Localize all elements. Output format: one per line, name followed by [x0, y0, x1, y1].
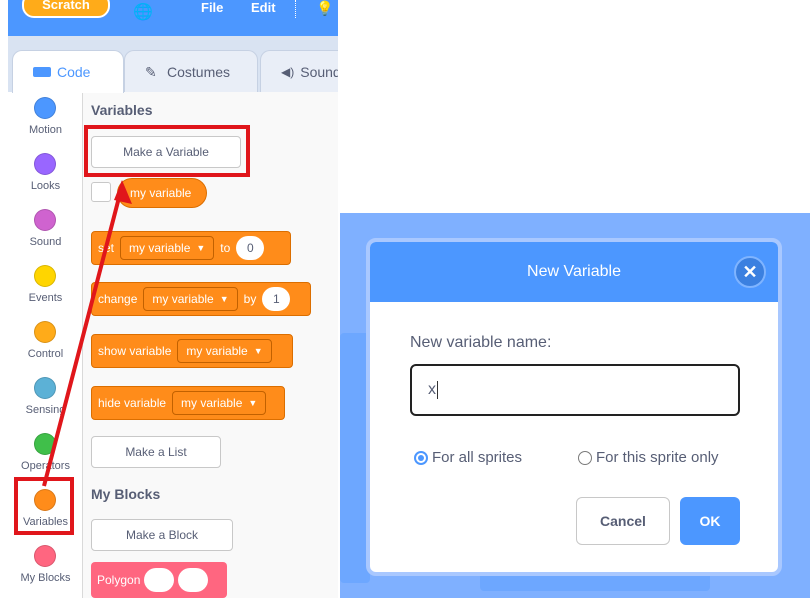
hide-variable-block[interactable]: hide variable my variable ▼ [91, 386, 285, 420]
variable-dropdown[interactable]: my variable ▼ [120, 236, 215, 260]
operators-color-dot [34, 433, 56, 455]
polygon-arg-input[interactable] [144, 568, 175, 592]
menu-bar: Scratch 🌐 File Edit 💡 [8, 0, 338, 36]
screenshot-root: Scratch 🌐 File Edit 💡 Code ✎ Costumes ◀)… [0, 0, 810, 598]
tutorials-icon[interactable]: 💡 [316, 0, 333, 17]
scratch-logo[interactable]: Scratch [22, 0, 110, 18]
radio-selected-icon [414, 450, 428, 465]
globe-icon[interactable]: 🌐 [133, 2, 153, 22]
radio-for-all-sprites[interactable]: For all sprites [414, 449, 522, 466]
text-cursor [437, 381, 438, 399]
dialog-title: New Variable [527, 263, 621, 280]
ok-button[interactable]: OK [680, 497, 740, 545]
change-block-verb: change [98, 292, 138, 306]
scratch-editor-panel: Scratch 🌐 File Edit 💡 Code ✎ Costumes ◀)… [8, 0, 338, 598]
looks-color-dot [34, 153, 56, 175]
sensing-color-dot [34, 377, 56, 399]
change-variable-block[interactable]: change my variable ▼ by 1 [91, 282, 311, 316]
my-blocks-section-title: My Blocks [91, 486, 161, 502]
events-color-dot [34, 265, 56, 287]
variable-checkbox[interactable] [91, 182, 111, 202]
menu-file[interactable]: File [201, 0, 223, 16]
category-label: Control [27, 348, 64, 360]
tab-sounds-label: Sounds [300, 63, 338, 80]
category-label: Motion [28, 124, 63, 136]
my-variable-reporter[interactable]: my variable [117, 178, 207, 208]
category-label: Events [28, 292, 63, 304]
category-motion[interactable]: Motion [8, 92, 83, 148]
close-icon[interactable]: ✕ [734, 256, 766, 288]
variable-dropdown[interactable]: my variable ▼ [172, 391, 267, 415]
code-icon [33, 67, 51, 77]
variables-section-title: Variables [91, 102, 153, 118]
show-block-verb: show variable [98, 344, 172, 358]
polygon-label: Polygon [97, 573, 141, 587]
category-control[interactable]: Control [8, 316, 83, 372]
logo-text: Scratch [42, 0, 90, 12]
dialog-header: New Variable ✕ [370, 242, 778, 302]
radio-label: For all sprites [432, 449, 523, 466]
radio-for-this-sprite[interactable]: For this sprite only [578, 449, 719, 466]
category-sensing[interactable]: Sensing [8, 372, 83, 428]
tab-code[interactable]: Code [12, 50, 124, 93]
control-color-dot [34, 321, 56, 343]
category-label: Operators [21, 460, 70, 472]
category-label: Looks [30, 180, 61, 192]
make-list-button[interactable]: Make a List [91, 436, 221, 468]
category-events[interactable]: Events [8, 260, 83, 316]
polygon-arg-input[interactable] [178, 568, 209, 592]
dropdown-label: my variable [129, 241, 191, 255]
category-looks[interactable]: Looks [8, 148, 83, 204]
category-sound[interactable]: Sound [8, 204, 83, 260]
variable-dropdown[interactable]: my variable ▼ [177, 339, 272, 363]
show-variable-block[interactable]: show variable my variable ▼ [91, 334, 293, 368]
category-operators[interactable]: Operators [8, 428, 83, 484]
dropdown-label: my variable [152, 292, 214, 306]
my-blocks-color-dot [34, 545, 56, 567]
variables-category-highlight [14, 477, 74, 535]
caret-down-icon: ▼ [219, 294, 229, 304]
category-label: Sensing [25, 404, 66, 416]
hide-block-verb: hide variable [98, 396, 167, 410]
tab-costumes-label: Costumes [167, 63, 231, 80]
category-my-blocks[interactable]: My Blocks [8, 540, 83, 596]
brush-icon: ✎ [145, 63, 157, 80]
new-variable-screenshot: New Variable ✕ New variable name: x For … [340, 213, 810, 598]
set-value-input[interactable]: 0 [236, 236, 265, 260]
speaker-icon: ◀) [281, 64, 295, 79]
make-block-button[interactable]: Make a Block [91, 519, 233, 551]
tab-code-label: Code [57, 64, 91, 80]
sound-color-dot [34, 209, 56, 231]
radio-unselected-icon [578, 450, 592, 465]
tab-costumes[interactable]: ✎ Costumes [124, 50, 258, 92]
editor-tabs: Code ✎ Costumes ◀) Sounds [8, 36, 338, 93]
menu-divider [295, 0, 296, 18]
change-block-prep: by [243, 292, 257, 306]
category-label: My Blocks [20, 572, 71, 584]
tab-sounds[interactable]: ◀) Sounds [260, 50, 338, 92]
new-variable-dialog: New Variable ✕ New variable name: x For … [366, 238, 782, 576]
category-label: Sound [29, 236, 62, 248]
menu-edit[interactable]: Edit [251, 0, 276, 16]
dropdown-label: my variable [186, 344, 248, 358]
variable-name-input[interactable]: x [410, 364, 740, 416]
variable-dropdown[interactable]: my variable ▼ [143, 287, 238, 311]
set-block-prep: to [220, 241, 231, 255]
caret-down-icon: ▼ [253, 346, 263, 356]
polygon-custom-block[interactable]: Polygon [91, 562, 227, 598]
set-variable-block[interactable]: set my variable ▼ to 0 [91, 231, 291, 265]
dropdown-label: my variable [181, 396, 243, 410]
make-variable-highlight [84, 125, 250, 177]
change-value-input[interactable]: 1 [262, 287, 291, 311]
cancel-button[interactable]: Cancel [576, 497, 670, 545]
set-block-verb: set [98, 241, 115, 255]
input-value: x [428, 381, 436, 398]
motion-color-dot [34, 97, 56, 119]
caret-down-icon: ▼ [196, 243, 206, 253]
caret-down-icon: ▼ [248, 398, 258, 408]
radio-label: For this sprite only [596, 449, 719, 466]
variable-name-prompt: New variable name: [410, 334, 552, 351]
